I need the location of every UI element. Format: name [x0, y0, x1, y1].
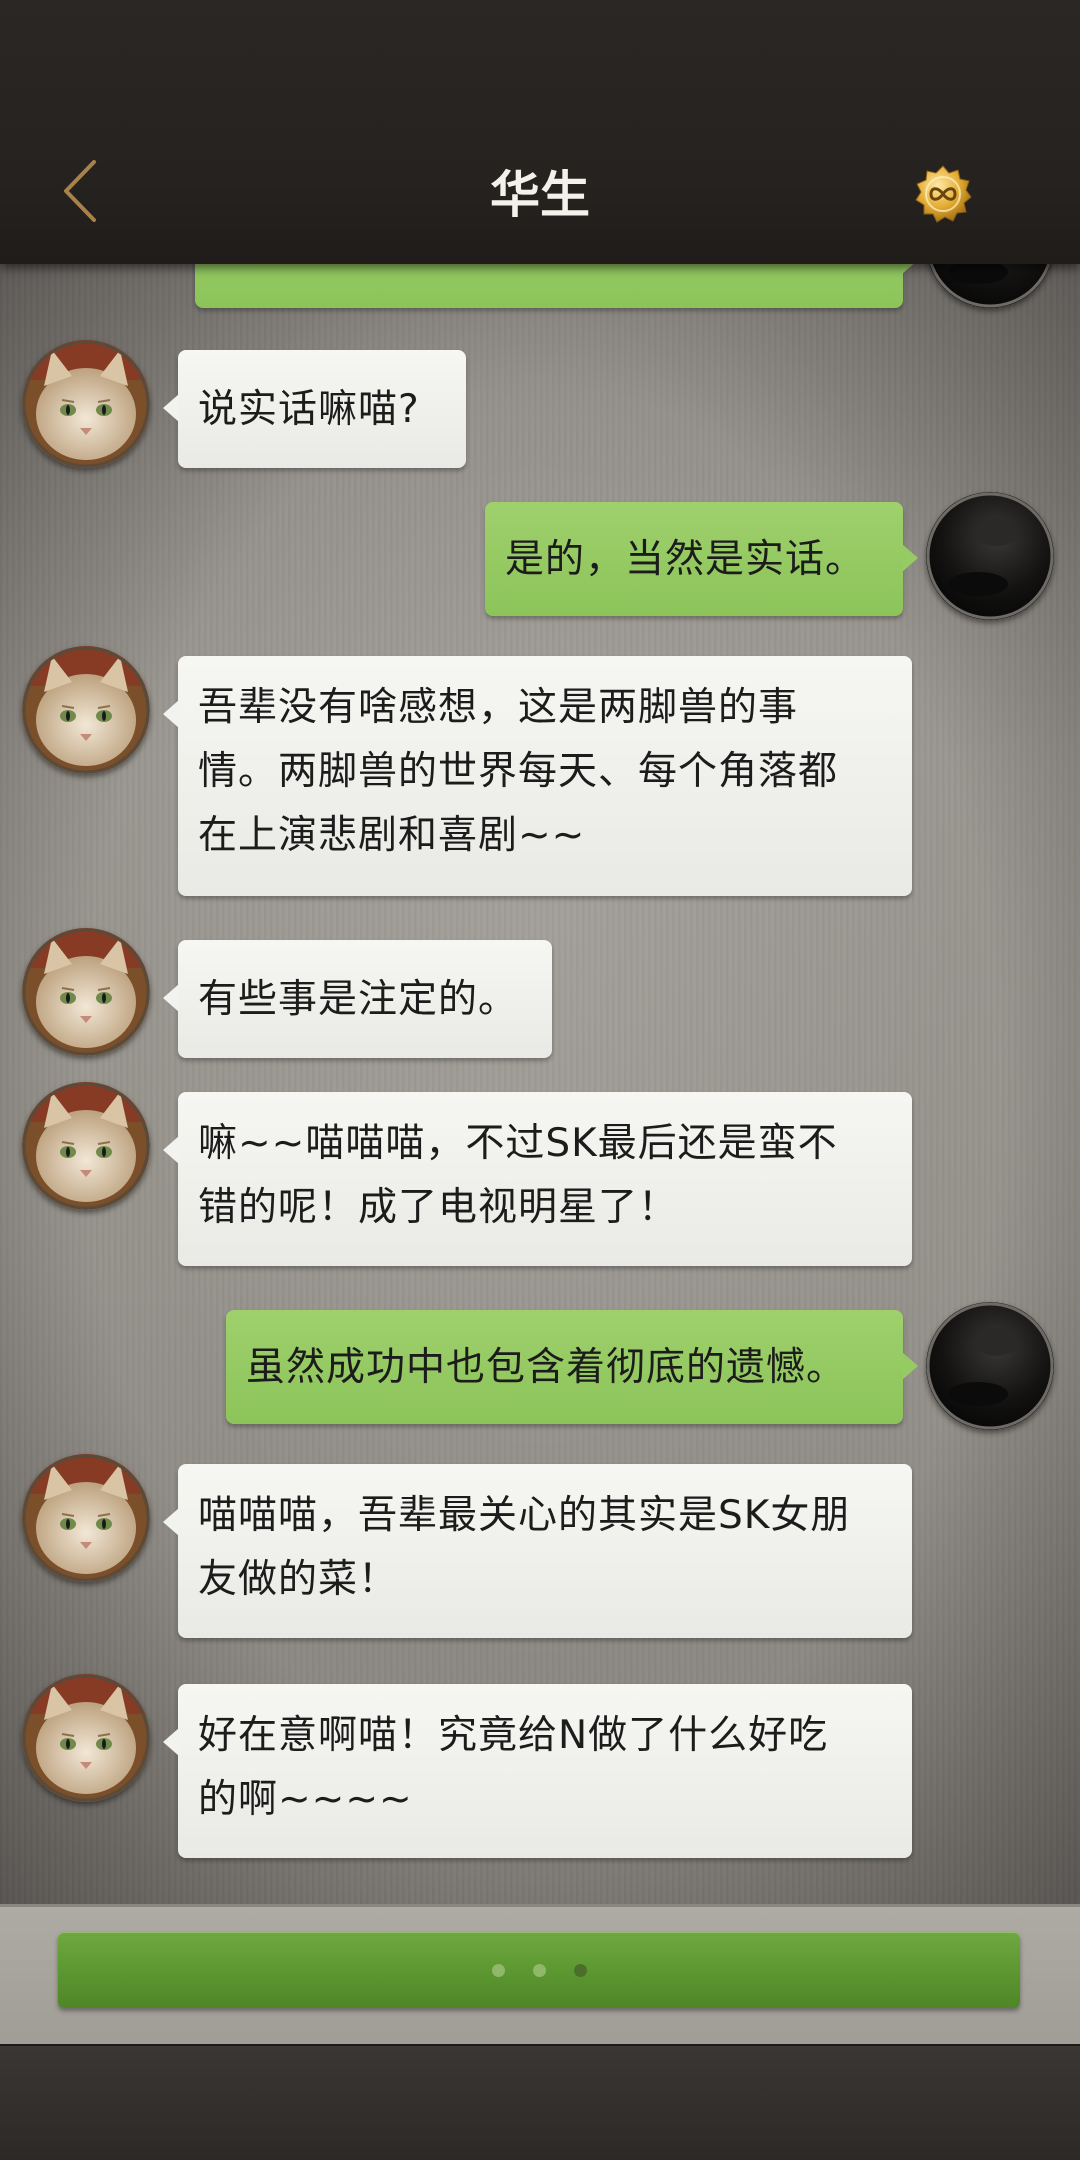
- chat-message-list[interactable]: 说实话嘛喵? 是的，当然是实话。 吾辈没有啥感想，这是两脚兽的事 情。两脚兽的世…: [0, 264, 1080, 1904]
- message-bubble-cat[interactable]: 吾辈没有啥感想，这是两脚兽的事 情。两脚兽的世界每天、每个角落都 在上演悲剧和喜…: [163, 656, 912, 896]
- avatar-cat[interactable]: [22, 1674, 150, 1802]
- message-text-line: 友做的菜！: [198, 1557, 399, 1602]
- page-title: 华生: [490, 165, 590, 224]
- message-text-line: 在上演悲剧和喜剧~~: [198, 813, 586, 858]
- message-text-line: 嘛~~喵喵喵，不过SK最后还是蛮不: [198, 1121, 838, 1166]
- message-text-line: 好在意啊喵！究竟给N做了什么好吃: [198, 1713, 829, 1758]
- avatar-cat[interactable]: [22, 340, 150, 468]
- message-bubble-me[interactable]: 虽然成功中也包含着彻底的遗憾。: [226, 1310, 918, 1424]
- message-text-line: 喵喵喵，吾辈最关心的其实是SK女朋: [198, 1493, 851, 1538]
- message-bubble-cat[interactable]: 嘛~~喵喵喵，不过SK最后还是蛮不 错的呢！成了电视明星了！: [163, 1092, 912, 1266]
- message-bubble-cat[interactable]: 喵喵喵，吾辈最关心的其实是SK女朋 友做的菜！: [163, 1464, 912, 1638]
- message-bubble-cat[interactable]: 好在意啊喵！究竟给N做了什么好吃 的啊~~~~: [163, 1684, 912, 1858]
- message-text-line: 吾辈没有啥感想，这是两脚兽的事: [198, 685, 799, 730]
- avatar-cat[interactable]: [22, 1454, 150, 1582]
- avatar-cat[interactable]: [22, 928, 150, 1056]
- chevron-left-icon: [64, 160, 96, 222]
- message-bubble-cat[interactable]: 说实话嘛喵?: [163, 350, 466, 468]
- message-bubble-me[interactable]: 是的，当然是实话。: [485, 502, 918, 616]
- message-text: 是的，当然是实话。: [505, 537, 866, 582]
- typing-dot: [573, 1963, 587, 1977]
- message-bubble-cat[interactable]: 有些事是注定的。: [163, 940, 552, 1058]
- typing-dot: [491, 1963, 505, 1977]
- reply-button[interactable]: [58, 1932, 1020, 2008]
- avatar-cat[interactable]: [22, 646, 150, 774]
- message-text-line: 情。两脚兽的世界每天、每个角落都: [198, 749, 839, 794]
- avatar-user[interactable]: [926, 1302, 1054, 1430]
- avatar-cat[interactable]: [22, 1082, 150, 1210]
- avatar-user[interactable]: [926, 492, 1054, 620]
- infinity-coin-icon: [915, 165, 972, 223]
- avatar-user[interactable]: [926, 264, 1054, 308]
- message-bubble-me-partial: [195, 264, 918, 308]
- message-text-line: 的啊~~~~: [198, 1777, 413, 1822]
- typing-indicator: [58, 1932, 1020, 2008]
- chat-screen: 华生 说实话嘛喵? 是的，当然是实话。 吾辈没有啥感想，这是两脚兽的事 情。两脚…: [0, 0, 1080, 2160]
- back-button[interactable]: [58, 158, 108, 224]
- message-text-line: 错的呢！成了电视明星了！: [198, 1185, 679, 1230]
- typing-dot: [532, 1963, 546, 1977]
- coin-button[interactable]: [913, 164, 973, 224]
- bottom-bar: [0, 2044, 1080, 2160]
- message-text: 有些事是注定的。: [198, 977, 519, 1022]
- message-text: 说实话嘛喵?: [198, 387, 420, 432]
- message-text: 虽然成功中也包含着彻底的遗憾。: [246, 1345, 847, 1390]
- app-header: 华生: [0, 0, 1080, 264]
